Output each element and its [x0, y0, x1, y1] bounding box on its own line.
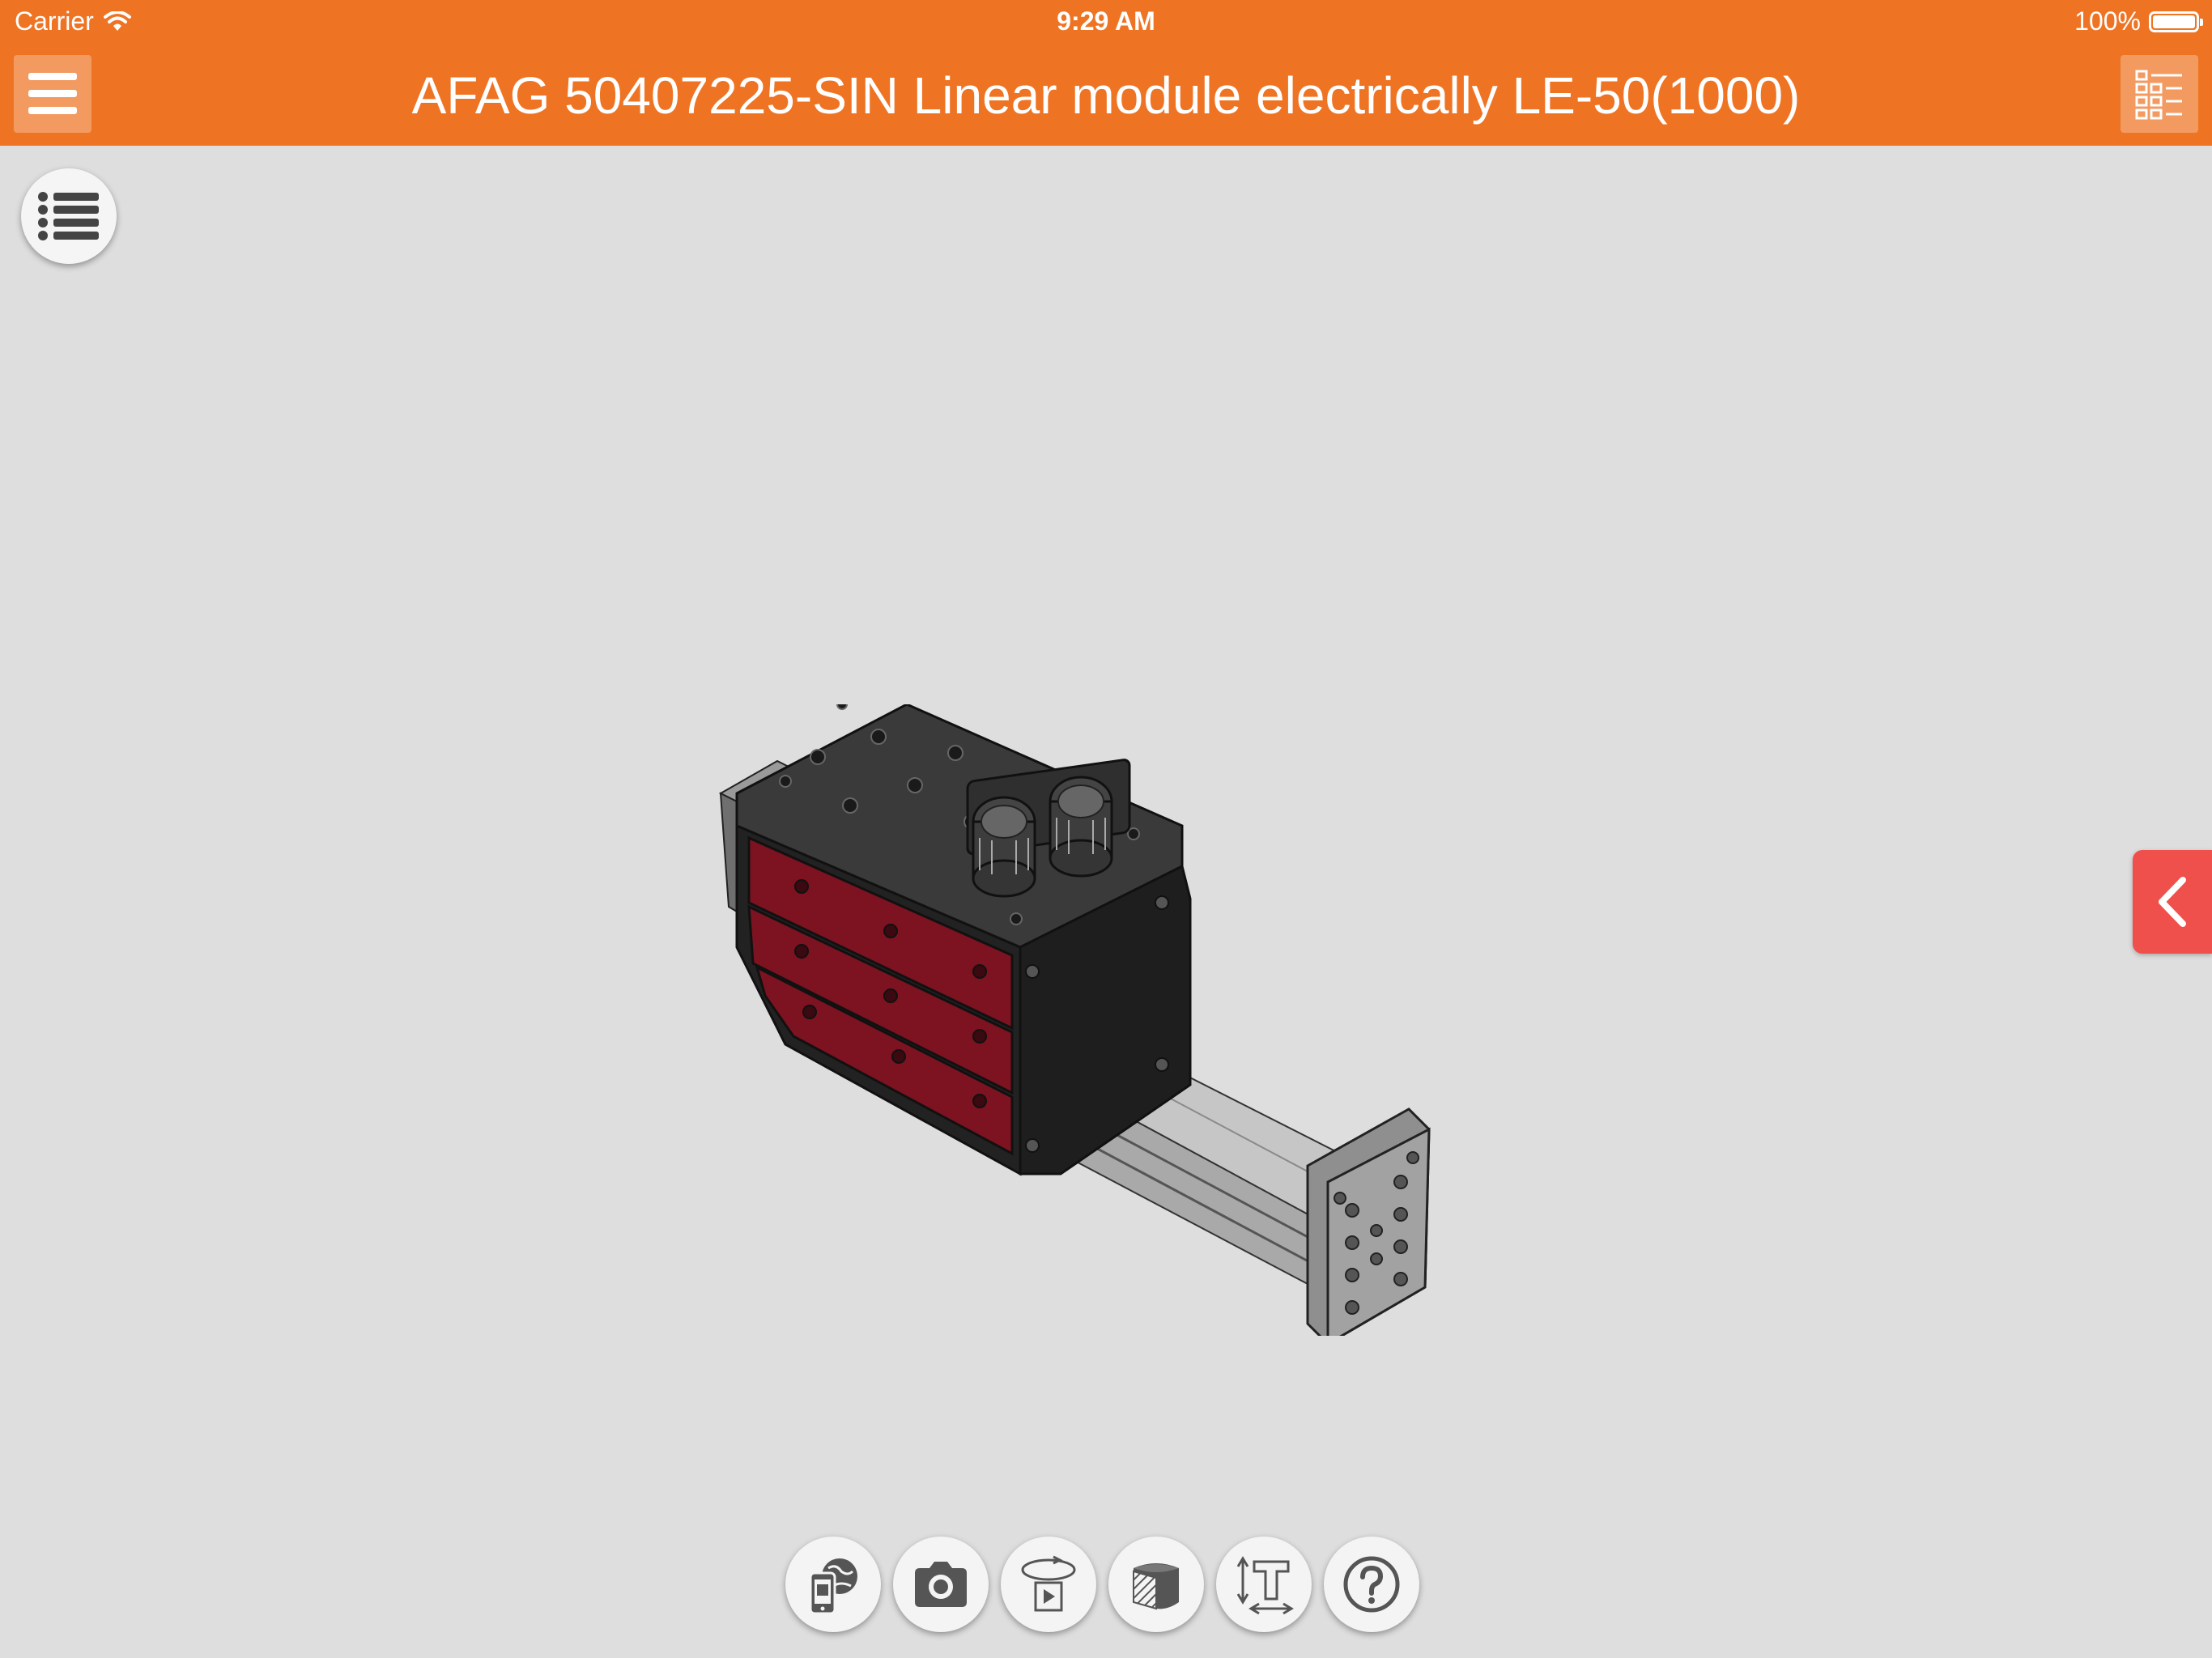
ar-view-icon — [809, 1558, 857, 1615]
navigation-bar: Carrier 9:29 AM 100% AFAG 50407225-SIN L… — [0, 0, 2212, 146]
clock: 9:29 AM — [1057, 6, 1155, 36]
parts-list-button[interactable] — [21, 168, 117, 264]
section-cut-icon — [1133, 1563, 1179, 1610]
hamburger-menu-icon — [28, 73, 77, 114]
rotate-animation-icon — [1021, 1555, 1076, 1612]
screenshot-button[interactable] — [893, 1537, 989, 1632]
help-button[interactable] — [1324, 1537, 1419, 1632]
3d-model-viewport[interactable] — [0, 146, 2212, 1658]
chevron-left-icon — [2159, 877, 2186, 927]
help-icon — [1343, 1556, 1400, 1613]
ar-view-button[interactable] — [785, 1537, 881, 1632]
rotate-animation-button[interactable] — [1001, 1537, 1096, 1632]
battery-indicator: 100% — [2074, 6, 2203, 36]
camera-icon — [915, 1562, 967, 1607]
status-bar: Carrier 9:29 AM 100% — [0, 0, 2212, 44]
dimension-button[interactable] — [1216, 1537, 1312, 1632]
page-title: AFAG 50407225-SIN Linear module electric… — [411, 66, 1801, 125]
parts-list-icon — [38, 192, 99, 240]
side-panel-toggle[interactable] — [2133, 850, 2212, 954]
section-cut-button[interactable] — [1108, 1537, 1204, 1632]
app-screen: Carrier 9:29 AM 100% AFAG 50407225-SIN L… — [0, 0, 2212, 1658]
battery-percent: 100% — [2074, 6, 2141, 36]
list-view-icon — [2135, 70, 2182, 120]
bottom-toolbar — [785, 1537, 1419, 1632]
linear-module-3d-model[interactable] — [713, 704, 1441, 1336]
menu-button[interactable] — [14, 55, 91, 133]
list-view-button[interactable] — [2121, 55, 2198, 133]
dimension-icon — [1236, 1556, 1294, 1615]
battery-icon — [2149, 11, 2203, 32]
